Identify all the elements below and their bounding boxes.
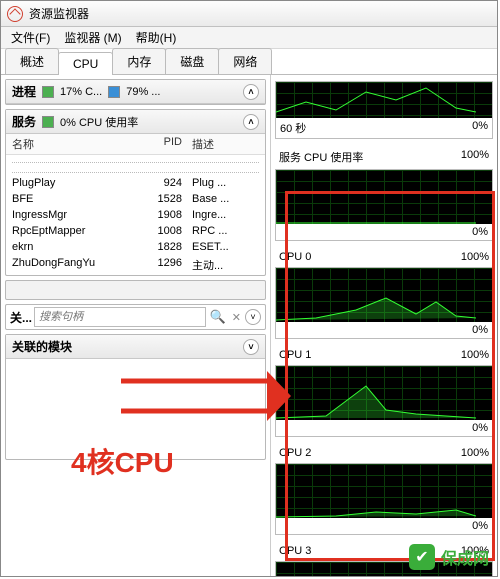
tab-disk[interactable]: 磁盘 — [165, 48, 219, 74]
graph-svc-title-row: 服务 CPU 使用率 100% — [275, 147, 493, 167]
processes-title: 进程 — [12, 83, 36, 100]
label-100pct: 100% — [461, 447, 489, 459]
graph-cpu-total: 60 秒 0% — [275, 81, 493, 139]
window-title: 资源监视器 — [29, 5, 89, 22]
menu-help[interactable]: 帮助(H) — [130, 27, 183, 48]
legend-cpu-usage: 17% C... — [60, 86, 102, 98]
titlebar: 资源监视器 — [1, 1, 497, 27]
menu-monitor[interactable]: 监视器 (M) — [58, 27, 127, 48]
clear-icon[interactable]: ✕ — [230, 311, 243, 324]
expand-button[interactable]: ˅ — [245, 309, 261, 325]
graph-cpu2-title: CPU 2 — [279, 447, 311, 459]
services-header[interactable]: 服务 0% CPU 使用率 ˄ — [6, 110, 265, 134]
cell-name: PlugPlay — [12, 177, 132, 189]
cell-pid: 1296 — [132, 257, 192, 273]
cell-desc: RPC ... — [192, 225, 259, 237]
cell-name: IngressMgr — [12, 209, 132, 221]
processes-panel: 进程 17% C... 79% ... ˄ — [5, 79, 266, 105]
graph-cpu1: 0% — [275, 365, 493, 437]
table-row[interactable]: RpcEptMapper1008RPC ... — [6, 223, 265, 239]
right-column: 60 秒 0% 服务 CPU 使用率 100% 0% CPU 0 100% — [271, 75, 497, 576]
collapse-button[interactable]: ˄ — [243, 114, 259, 130]
tab-memory[interactable]: 内存 — [112, 48, 166, 74]
label-100pct: 100% — [461, 251, 489, 263]
cell-pid: 1828 — [132, 241, 192, 253]
graph-line — [276, 82, 476, 118]
col-desc[interactable]: 描述 — [192, 136, 259, 152]
legend-green-icon — [42, 116, 54, 128]
legend-svc-cpu: 0% CPU 使用率 — [60, 114, 138, 130]
processes-header[interactable]: 进程 17% C... 79% ... ˄ — [6, 80, 265, 104]
label-0pct: 0% — [472, 520, 488, 532]
legend-blue-icon — [108, 86, 120, 98]
tab-strip: 概述 CPU 内存 磁盘 网络 — [1, 49, 497, 75]
resource-monitor-window: 资源监视器 文件(F) 监视器 (M) 帮助(H) 概述 CPU 内存 磁盘 网… — [0, 0, 498, 577]
col-name[interactable]: 名称 — [12, 136, 132, 152]
modules-title: 关联的模块 — [12, 338, 72, 355]
modules-header[interactable]: 关联的模块 ˅ — [6, 335, 265, 359]
legend-max-freq: 79% ... — [126, 86, 160, 98]
cell-pid: 1908 — [132, 209, 192, 221]
collapse-button[interactable]: ˄ — [243, 84, 259, 100]
table-row[interactable]: ekrn1828ESET... — [6, 239, 265, 255]
label-60s: 60 秒 — [280, 120, 306, 136]
watermark-text: 保成网 — [441, 545, 489, 569]
table-row — [12, 165, 259, 173]
services-title: 服务 — [12, 113, 36, 130]
graph-cpu2: 0% — [275, 463, 493, 535]
table-row — [12, 155, 259, 163]
label-0pct: 0% — [472, 226, 488, 238]
handles-prefix: 关... — [10, 309, 32, 326]
cell-name: ekrn — [12, 241, 132, 253]
handles-panel: 关... 🔍 ✕ ˅ — [5, 304, 266, 330]
graph-cpu3-title: CPU 3 — [279, 545, 311, 557]
watermark-icon: ✔ — [409, 544, 435, 570]
watermark: ✔ 保成网 — [409, 544, 489, 570]
content-area: 进程 17% C... 79% ... ˄ 服务 0% CPU 使用率 ˄ 名 — [1, 75, 497, 576]
label-0pct: 0% — [472, 324, 488, 336]
modules-panel: 关联的模块 ˅ — [5, 334, 266, 460]
search-handles-input[interactable] — [34, 307, 206, 327]
table-row[interactable]: BFE1528Base ... — [6, 191, 265, 207]
cell-pid: 924 — [132, 177, 192, 189]
table-row[interactable]: PlugPlay924Plug ... — [6, 175, 265, 191]
label-100pct: 100% — [461, 149, 489, 165]
col-pid[interactable]: PID — [132, 136, 192, 152]
table-row[interactable]: IngressMgr1908Ingre... — [6, 207, 265, 223]
graph-cpu0: 0% — [275, 267, 493, 339]
cell-desc: ESET... — [192, 241, 259, 253]
graph-services: 0% — [275, 169, 493, 241]
app-icon — [7, 6, 23, 22]
modules-body — [6, 359, 265, 459]
label-0pct: 0% — [472, 422, 488, 434]
handles-search-row: 关... 🔍 ✕ ˅ — [6, 305, 265, 329]
cell-desc: 主动... — [192, 257, 259, 273]
search-icon[interactable]: 🔍 — [208, 309, 228, 325]
cell-name: RpcEptMapper — [12, 225, 132, 237]
cell-desc: Ingre... — [192, 209, 259, 221]
services-panel: 服务 0% CPU 使用率 ˄ 名称 PID 描述 PlugPlay924Plu… — [5, 109, 266, 276]
graph-svc-title: 服务 CPU 使用率 — [279, 149, 363, 165]
menubar: 文件(F) 监视器 (M) 帮助(H) — [1, 27, 497, 49]
cell-name: ZhuDongFangYu — [12, 257, 132, 273]
spacer-panel — [5, 280, 266, 300]
expand-button[interactable]: ˅ — [243, 339, 259, 355]
cell-desc: Plug ... — [192, 177, 259, 189]
graph-cpu0-title: CPU 0 — [279, 251, 311, 263]
cell-name: BFE — [12, 193, 132, 205]
services-table-head: 名称 PID 描述 — [6, 134, 265, 155]
cell-desc: Base ... — [192, 193, 259, 205]
tab-cpu[interactable]: CPU — [58, 52, 113, 75]
tab-network[interactable]: 网络 — [218, 48, 272, 74]
table-row[interactable]: ZhuDongFangYu1296主动... — [6, 255, 265, 275]
tab-overview[interactable]: 概述 — [5, 48, 59, 74]
graph-cpu1-title: CPU 1 — [279, 349, 311, 361]
menu-file[interactable]: 文件(F) — [5, 27, 56, 48]
left-column: 进程 17% C... 79% ... ˄ 服务 0% CPU 使用率 ˄ 名 — [1, 75, 271, 576]
label-0pct: 0% — [472, 120, 488, 136]
label-100pct: 100% — [461, 349, 489, 361]
cell-pid: 1008 — [132, 225, 192, 237]
legend-green-icon — [42, 86, 54, 98]
cell-pid: 1528 — [132, 193, 192, 205]
